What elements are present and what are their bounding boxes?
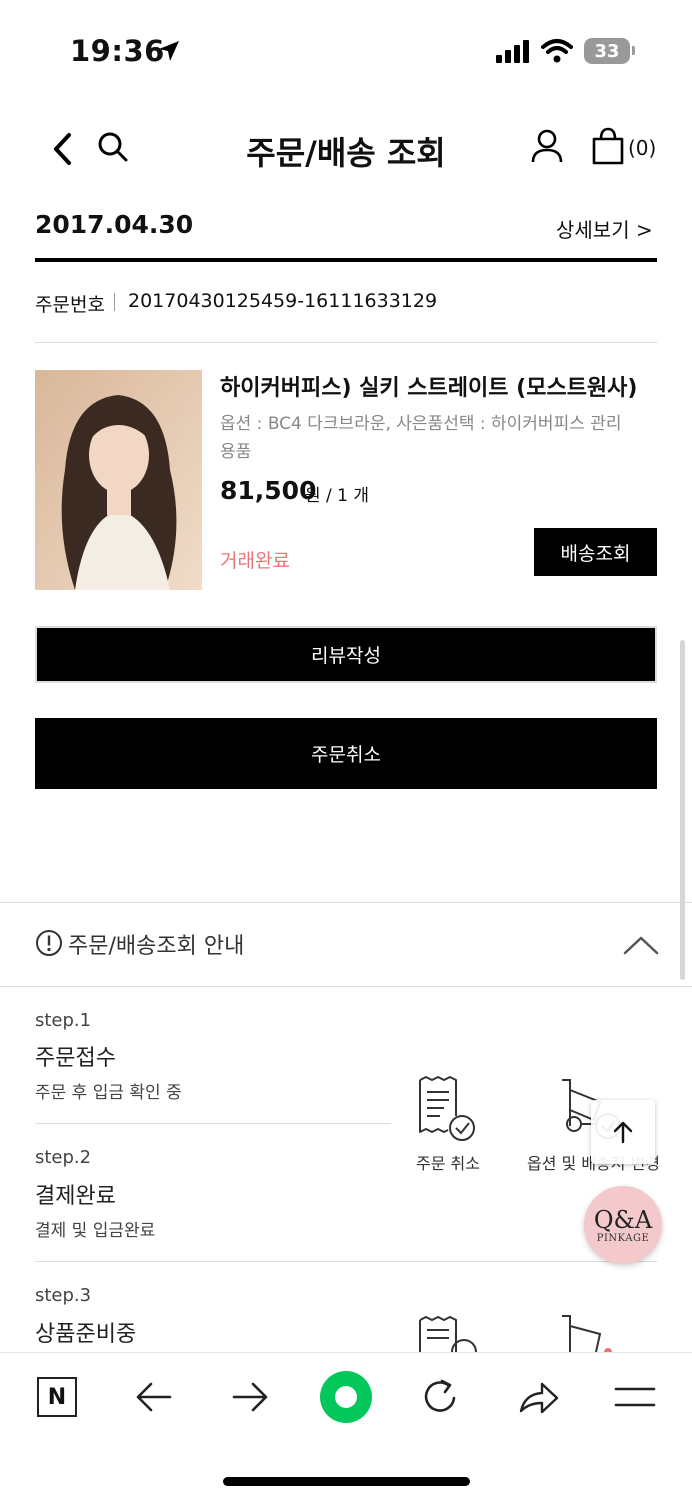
- step-description: 주문 후 입금 확인 중: [35, 1083, 182, 1103]
- order-number: 20170430125459-16111633129: [128, 290, 438, 312]
- product-image[interactable]: [35, 370, 202, 590]
- product-options-line: 용품: [220, 442, 252, 462]
- arrow-up-icon: [613, 1121, 633, 1144]
- reload-icon[interactable]: [421, 1377, 461, 1417]
- home-indicator: [223, 1477, 470, 1486]
- battery-level: 33: [594, 40, 620, 62]
- qa-brand: PINKAGE: [596, 1232, 650, 1244]
- scroll-to-top-button[interactable]: [591, 1100, 655, 1164]
- step-title: 상품준비중: [35, 1322, 137, 1347]
- step-title: 주문접수: [35, 1046, 116, 1071]
- divider: [114, 293, 115, 311]
- qa-button[interactable]: Q&A PINKAGE: [584, 1186, 662, 1264]
- order-date: 2017.04.30: [35, 210, 194, 239]
- arrow-left-icon[interactable]: [134, 1380, 174, 1414]
- home-dot-icon: [335, 1386, 357, 1408]
- status-time: 19:36: [70, 34, 165, 68]
- step-label: step.2: [35, 1147, 92, 1168]
- order-status: 거래완료: [220, 550, 290, 572]
- step-description: 결제 및 입금완료: [35, 1221, 156, 1241]
- arrow-right-icon[interactable]: [230, 1380, 270, 1414]
- divider: [35, 1123, 391, 1124]
- icon-label: 주문 취소: [416, 1154, 480, 1173]
- step-label: step.1: [35, 1010, 92, 1031]
- divider: [35, 1261, 657, 1262]
- battery-tip: [632, 46, 635, 55]
- location-arrow-icon: [159, 41, 179, 61]
- page-title: 주문/배송 조회: [246, 134, 446, 172]
- divider: [35, 258, 657, 262]
- wifi-icon: [541, 39, 573, 63]
- receipt-check-icon: [419, 1076, 475, 1141]
- order-number-label: 주문번호: [35, 294, 105, 316]
- cart-count[interactable]: (0): [628, 136, 656, 160]
- hamburger-menu-icon[interactable]: [614, 1384, 656, 1410]
- divider: [0, 986, 692, 987]
- user-icon[interactable]: [530, 128, 564, 164]
- hand-truck-icon: [562, 1315, 612, 1352]
- cellular-signal-icon: [496, 40, 529, 63]
- product-options: 옵션 : BC4 다크브라운, 사은품선택 : 하이커버피스 관리 용품: [220, 410, 650, 466]
- receipt-icon: [419, 1315, 477, 1352]
- price-unit: 원 / 1 개: [305, 486, 370, 506]
- step-label: step.3: [35, 1285, 92, 1306]
- cancel-order-button[interactable]: 주문취소: [35, 718, 657, 789]
- divider: [0, 902, 692, 903]
- scrollbar[interactable]: [680, 640, 685, 980]
- product-price: 81,500: [220, 476, 317, 505]
- shopping-bag-icon[interactable]: [590, 126, 626, 166]
- chevron-up-icon[interactable]: [622, 934, 660, 956]
- step-title: 결제완료: [35, 1184, 116, 1209]
- browser-home-button[interactable]: [320, 1371, 372, 1423]
- write-review-button[interactable]: 리뷰작성: [35, 626, 657, 683]
- divider: [35, 342, 657, 343]
- track-shipment-button[interactable]: 배송조회: [534, 528, 657, 576]
- info-circle-icon: [36, 930, 62, 956]
- guide-title[interactable]: 주문/배송조회 안내: [68, 928, 244, 960]
- naver-logo-icon[interactable]: N: [37, 1377, 77, 1417]
- qa-label: Q&A: [593, 1205, 653, 1234]
- detail-link[interactable]: 상세보기 >: [556, 214, 653, 243]
- product-name[interactable]: 하이커버피스) 실키 스트레이트 (모스트원사): [220, 370, 637, 402]
- battery-icon: 33: [584, 38, 630, 64]
- share-icon[interactable]: [517, 1378, 561, 1416]
- product-options-line: 옵션 : BC4 다크브라운, 사은품선택 : 하이커버피스 관리: [220, 414, 622, 434]
